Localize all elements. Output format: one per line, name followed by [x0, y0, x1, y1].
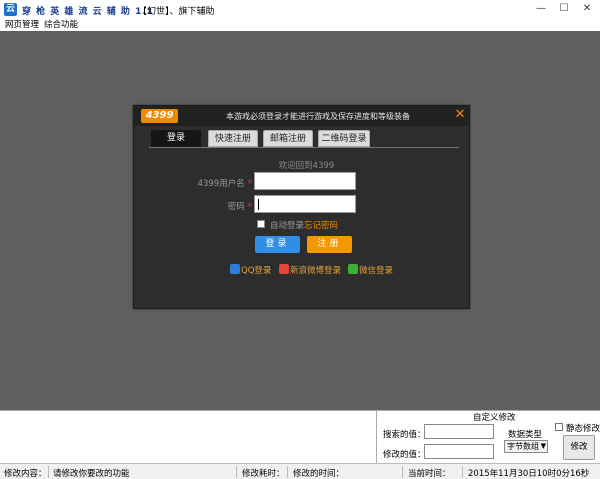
close-button[interactable]: ✕	[576, 1, 598, 17]
login-notice: 本游戏必须登录才能进行游戏及保存进度和等级装备	[226, 112, 410, 121]
auto-login-label: 自动登录	[270, 221, 305, 231]
current-time-label: 当前时间：	[408, 469, 451, 479]
modify-button[interactable]: 修改	[563, 435, 595, 460]
data-type-label: 数据类型	[508, 430, 543, 440]
modify-value-label: 修改的值：	[383, 450, 426, 460]
app-icon: 云	[4, 3, 17, 16]
status-divider	[462, 466, 463, 478]
status-bar: 修改内容： 请修改你要改的功能 修改耗时： 修改的时间： 当前时间： 2015年…	[0, 463, 600, 479]
tab-email-register[interactable]: 邮箱注册	[263, 130, 313, 147]
status-divider	[287, 466, 288, 478]
password-input[interactable]	[254, 195, 356, 213]
forgot-password-link[interactable]: 忘记密码	[304, 219, 338, 231]
menu-bar: 网页管理 综合功能	[0, 19, 600, 31]
modify-content-value: 请修改你要改的功能	[53, 469, 130, 479]
static-modify-label: 静态修改	[566, 424, 600, 434]
tab-qrcode-login[interactable]: 二维码登录	[318, 130, 370, 147]
qq-icon	[230, 264, 240, 274]
search-value-input[interactable]	[424, 424, 494, 439]
password-label: 密码 *	[227, 202, 252, 212]
dialog-header: 4399 本游戏必须登录才能进行游戏及保存进度和等级装备 ✕	[134, 106, 469, 126]
static-modify-checkbox[interactable]	[555, 423, 563, 431]
dialog-close-icon[interactable]: ✕	[453, 108, 467, 122]
status-divider	[236, 466, 237, 478]
tab-login[interactable]: 登录	[151, 130, 201, 147]
title-bar: 云 穿 枪 英 雄 流 云 辅 助 1.1 【幻世】、旗下辅助 — ☐ ✕	[0, 0, 600, 19]
wechat-login-link[interactable]: 微信登录	[348, 264, 393, 277]
text-cursor	[258, 199, 259, 210]
maximize-button[interactable]: ☐	[553, 1, 575, 17]
weibo-login-link[interactable]: 新浪微博登录	[279, 264, 341, 277]
modify-time-label: 修改耗时：	[242, 469, 285, 479]
custom-modify-group: 自定义修改 搜索的值： 修改的值： 数据类型 字节数组 ▼ 静态修改 修改	[376, 411, 600, 464]
minimize-button[interactable]: —	[530, 1, 552, 17]
login-dialog: 4399 本游戏必须登录才能进行游戏及保存进度和等级装备 ✕ 登录 快速注册 邮…	[133, 105, 470, 309]
register-button[interactable]: 注册	[307, 236, 352, 253]
4399-logo: 4399	[141, 109, 178, 123]
wechat-icon	[348, 264, 358, 274]
qq-login-link[interactable]: QQ登录	[230, 264, 271, 277]
status-divider	[48, 466, 49, 478]
window-subtitle: 【幻世】、旗下辅助	[138, 7, 215, 17]
modify-content-label: 修改内容：	[4, 469, 47, 479]
weibo-icon	[279, 264, 289, 274]
welcome-text: 欢迎回到4399	[278, 161, 335, 171]
custom-modify-title: 自定义修改	[473, 413, 516, 423]
bottom-panel: 自定义修改 搜索的值： 修改的值： 数据类型 字节数组 ▼ 静态修改 修改	[0, 410, 600, 464]
tab-quick-register[interactable]: 快速注册	[208, 130, 258, 147]
search-value-label: 搜索的值：	[383, 430, 426, 440]
username-input[interactable]	[254, 172, 356, 190]
tab-divider	[149, 147, 459, 148]
auto-login-checkbox[interactable]	[257, 220, 265, 228]
chevron-down-icon: ▼	[540, 442, 546, 450]
current-time-value: 2015年11月30日10时0分16秒	[468, 469, 590, 479]
login-button[interactable]: 登录	[255, 236, 300, 253]
username-label: 4399用户名 *	[197, 179, 252, 189]
status-divider	[402, 466, 403, 478]
window-title: 穿 枪 英 雄 流 云 辅 助 1.1	[22, 7, 155, 17]
modify-time-value: 修改的时间：	[293, 469, 345, 479]
menu-item-functions[interactable]: 综合功能	[44, 19, 78, 31]
menu-item-web-manage[interactable]: 网页管理	[5, 19, 39, 31]
data-type-select[interactable]: 字节数组 ▼	[504, 440, 548, 453]
modify-value-input[interactable]	[424, 444, 494, 459]
